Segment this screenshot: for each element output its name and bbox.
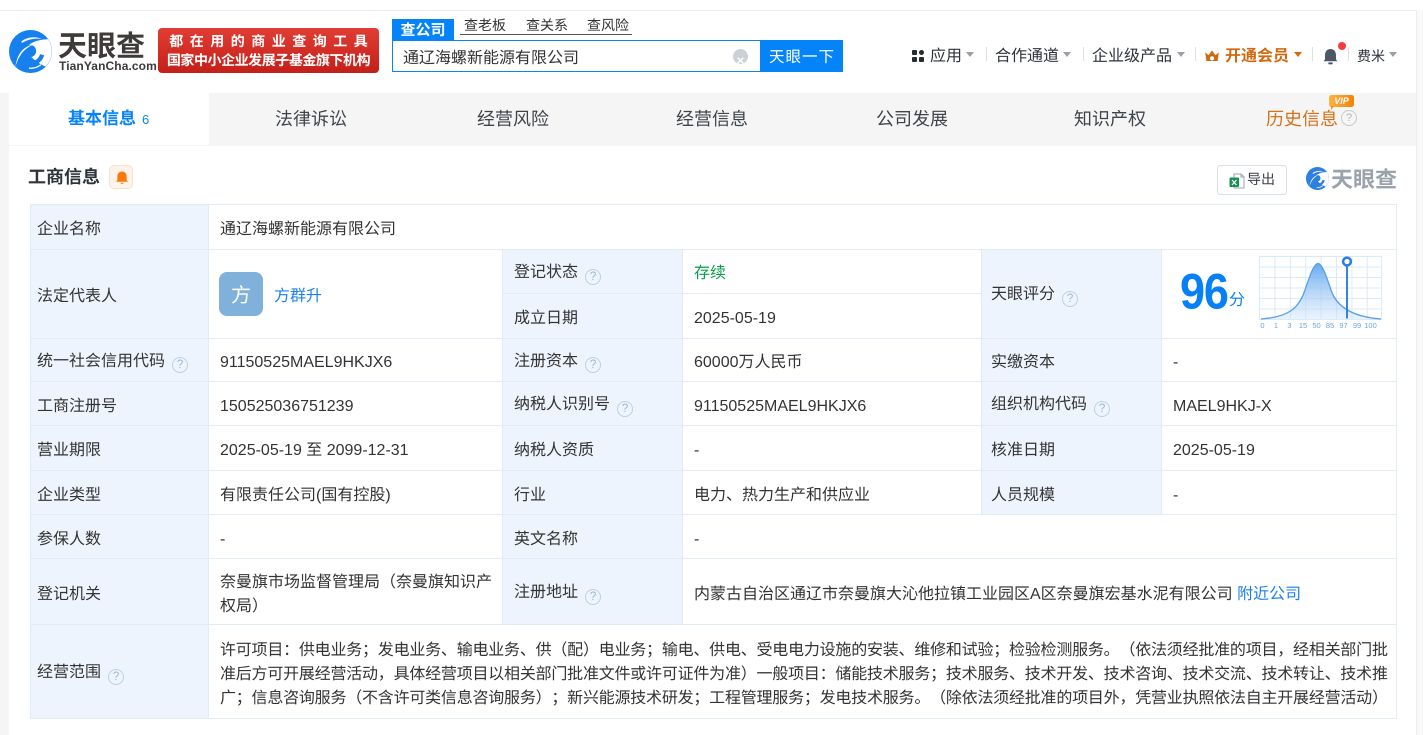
svg-text:100: 100 — [1364, 321, 1377, 330]
svg-text:50: 50 — [1312, 321, 1320, 330]
svg-text:3: 3 — [1287, 321, 1291, 330]
svg-text:85: 85 — [1326, 321, 1334, 330]
svg-text:1: 1 — [1274, 321, 1278, 330]
svg-text:0: 0 — [1260, 321, 1264, 330]
svg-text:99: 99 — [1353, 321, 1361, 330]
svg-text:15: 15 — [1299, 321, 1307, 330]
svg-text:97: 97 — [1339, 321, 1347, 330]
